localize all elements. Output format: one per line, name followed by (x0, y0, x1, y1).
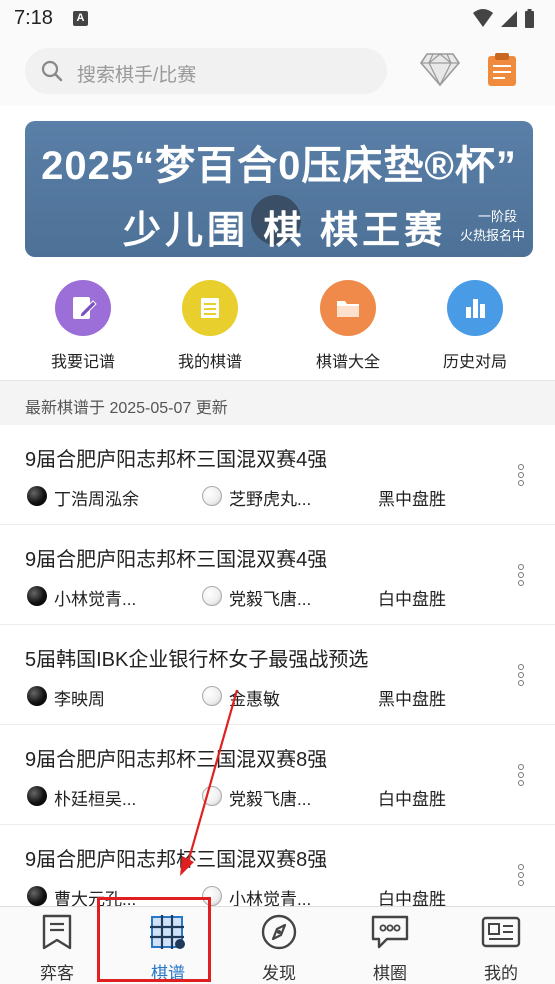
status-icons (471, 7, 541, 36)
black-stone-icon (27, 486, 47, 506)
diamond-icon[interactable] (419, 50, 461, 93)
battery-icon (525, 9, 534, 28)
list-icon (182, 280, 238, 336)
list-item[interactable]: 9届合肥庐阳志邦杯三国混双赛8强 朴廷桓吴... 党毅飞唐... 白中盘胜 (0, 725, 555, 825)
white-stone-icon (202, 686, 222, 706)
more-options-icon[interactable] (512, 863, 530, 891)
game-result: 白中盘胜 (378, 590, 446, 609)
status-bar: 7:18 A (0, 0, 555, 38)
tab-yike[interactable]: 弈客 (2, 913, 112, 984)
banner-stage: 一阶段 (477, 209, 517, 224)
black-stone-icon (27, 686, 47, 706)
game-title: 5届韩国IBK企业银行杯女子最强战预选 (25, 649, 369, 671)
game-result: 黑中盘胜 (378, 690, 446, 709)
game-title: 9届合肥庐阳志邦杯三国混双赛4强 (25, 549, 328, 571)
folder-icon (320, 280, 376, 336)
compass-icon (261, 914, 297, 950)
white-player: 金惠敏 (229, 690, 280, 709)
tab-circle[interactable]: 棋圈 (335, 913, 445, 984)
wifi-icon (473, 9, 493, 27)
more-options-icon[interactable] (512, 763, 530, 791)
tab-label: 我的 (484, 964, 518, 983)
search-placeholder: 搜索棋手/比赛 (77, 65, 197, 86)
banner-title: 2025“梦百合0压床垫®杯” (41, 144, 517, 188)
quick-nav-label: 我的棋谱 (177, 354, 242, 371)
game-result: 黑中盘胜 (378, 490, 446, 509)
white-stone-icon (202, 786, 222, 806)
game-result: 白中盘胜 (378, 790, 446, 809)
more-options-icon[interactable] (512, 563, 530, 591)
black-player: 李映周 (54, 690, 105, 709)
game-title: 9届合肥庐阳志邦杯三国混双赛4强 (25, 449, 328, 471)
black-stone-icon (27, 586, 47, 606)
quick-nav-history[interactable]: 历史对局 (415, 280, 535, 372)
white-player: 党毅飞唐... (229, 590, 312, 609)
chat-icon (371, 915, 409, 949)
update-text: 最新棋谱于 2025-05-07 更新 (25, 400, 228, 417)
promo-banner[interactable]: 2025“梦百合0压床垫®杯” 少儿围 棋 棋王赛 一阶段 火热报名中 (25, 121, 533, 257)
banner-cta: 火热报名中 (459, 228, 525, 243)
edit-icon (55, 280, 111, 336)
white-stone-icon (202, 486, 222, 506)
signal-icon (501, 11, 517, 27)
black-stone-icon (27, 786, 47, 806)
quick-nav-label: 我要记谱 (50, 354, 115, 371)
search-icon (40, 59, 64, 88)
tab-profile[interactable]: 我的 (446, 913, 555, 984)
quick-nav: 我要记谱 我的棋谱 棋谱大全 历史对局 (0, 268, 555, 378)
white-stone-icon (202, 586, 222, 606)
black-player: 小林觉青... (54, 590, 137, 609)
more-options-icon[interactable] (512, 663, 530, 691)
white-player: 党毅飞唐... (229, 790, 312, 809)
status-time: 7:18 (14, 7, 53, 29)
quick-nav-my-records[interactable]: 我的棋谱 (150, 280, 270, 372)
header: 搜索棋手/比赛 (0, 38, 555, 106)
tab-discover[interactable]: 发现 (224, 913, 334, 984)
profile-card-icon (481, 916, 521, 948)
chart-icon (447, 280, 503, 336)
list-item[interactable]: 5届韩国IBK企业银行杯女子最强战预选 李映周 金惠敏 黑中盘胜 (0, 625, 555, 725)
quick-nav-label: 棋谱大全 (315, 354, 380, 371)
tab-label: 棋圈 (373, 964, 407, 983)
notification-icon: A (73, 11, 88, 26)
bookmark-icon (42, 914, 72, 950)
update-notice: 最新棋谱于 2025-05-07 更新 (0, 381, 555, 425)
black-player: 丁浩周泓余 (54, 490, 139, 509)
quick-nav-collection[interactable]: 棋谱大全 (288, 280, 408, 372)
annotation-box (97, 897, 211, 982)
more-options-icon[interactable] (512, 463, 530, 491)
black-player: 朴廷桓吴... (54, 790, 137, 809)
list-item[interactable]: 9届合肥庐阳志邦杯三国混双赛4强 丁浩周泓余 芝野虎丸... 黑中盘胜 (0, 425, 555, 525)
search-input[interactable]: 搜索棋手/比赛 (25, 48, 387, 94)
game-title: 9届合肥庐阳志邦杯三国混双赛8强 (25, 849, 328, 871)
black-stone-icon (27, 886, 47, 906)
clipboard-icon[interactable] (485, 52, 519, 93)
banner-subtitle: 少儿围 棋 棋王赛 (123, 210, 447, 252)
bottom-tab-bar: 弈客 棋谱 发现 棋圈 我的 (0, 906, 555, 984)
list-item[interactable]: 9届合肥庐阳志邦杯三国混双赛4强 小林觉青... 党毅飞唐... 白中盘胜 (0, 525, 555, 625)
quick-nav-record[interactable]: 我要记谱 (23, 280, 143, 372)
quick-nav-label: 历史对局 (442, 354, 507, 371)
white-player: 芝野虎丸... (229, 490, 312, 509)
game-title: 9届合肥庐阳志邦杯三国混双赛8强 (25, 749, 328, 771)
tab-label: 发现 (262, 964, 296, 983)
tab-label: 弈客 (40, 964, 74, 983)
